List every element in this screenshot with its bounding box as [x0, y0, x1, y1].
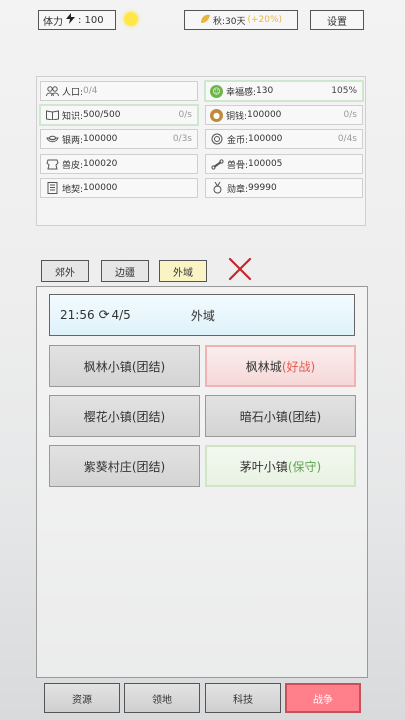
- season-text: 秋:30天: [212, 16, 246, 27]
- top-panel: [36, 38, 366, 77]
- town-button[interactable]: 紫葵村庄 (团结): [49, 445, 200, 487]
- resource-happiness: ☺ 幸福感: 130 105%: [204, 80, 364, 102]
- people-icon: [45, 84, 59, 98]
- resource-deed: 地契: 100000: [40, 178, 198, 198]
- sun-icon: [124, 12, 138, 26]
- medal-icon: [210, 181, 224, 195]
- refresh-icon[interactable]: ⟳: [99, 308, 110, 323]
- resource-hide: 兽皮: 100020: [40, 154, 198, 174]
- resource-bone: 兽骨: 100005: [205, 154, 363, 174]
- silver-icon: [45, 132, 59, 146]
- leaf-icon: [200, 14, 211, 27]
- nav-technology[interactable]: 科技: [205, 683, 281, 713]
- close-icon[interactable]: [228, 257, 252, 281]
- refresh-timer: 21:56: [60, 308, 95, 322]
- nav-war[interactable]: 战争: [285, 683, 361, 713]
- town-button[interactable]: 枫林城 (好战): [205, 345, 356, 387]
- resource-gold: 金币: 100000 0/4s: [205, 129, 363, 149]
- smile-icon: ☺: [210, 84, 223, 98]
- bone-icon: [210, 157, 224, 171]
- coin-icon: ●: [210, 108, 223, 122]
- resource-copper: ● 铜钱: 100000 0/s: [205, 105, 363, 125]
- tab-outskirts[interactable]: 郊外: [41, 260, 89, 282]
- hide-icon: [45, 157, 59, 171]
- resource-medal: 勋章: 99990: [205, 178, 363, 198]
- region-title: 外域: [190, 308, 215, 323]
- stamina-display: 体力 : 100: [38, 10, 116, 30]
- tab-frontier[interactable]: 边疆: [101, 260, 149, 282]
- town-button[interactable]: 茅叶小镇 (保守): [205, 445, 356, 487]
- stamina-value: : 100: [78, 14, 104, 26]
- nav-resources[interactable]: 资源: [44, 683, 120, 713]
- stamina-label: 体力: [43, 16, 63, 28]
- tab-foreign[interactable]: 外域: [159, 260, 207, 282]
- deed-icon: [45, 181, 59, 195]
- lightning-icon: [66, 13, 75, 27]
- town-button[interactable]: 暗石小镇 (团结): [205, 395, 356, 437]
- season-display: 秋:30天 (+20%): [184, 10, 298, 30]
- town-button[interactable]: 枫林小镇 (团结): [49, 345, 200, 387]
- refresh-count: 4/5: [111, 308, 131, 322]
- region-header: 21:56 ⟳ 4/5 外域: [49, 294, 355, 336]
- gold-icon: [210, 132, 224, 146]
- settings-button[interactable]: 设置: [310, 10, 364, 30]
- resource-population: 人口: 0/4: [40, 81, 198, 101]
- resource-knowledge: 知识: 500/500 0/s: [39, 104, 199, 126]
- resource-silver: 银两: 100000 0/3s: [40, 129, 198, 149]
- town-button[interactable]: 樱花小镇 (团结): [49, 395, 200, 437]
- nav-territory[interactable]: 领地: [124, 683, 200, 713]
- book-icon: [45, 108, 59, 122]
- season-bonus: (+20%): [247, 15, 283, 25]
